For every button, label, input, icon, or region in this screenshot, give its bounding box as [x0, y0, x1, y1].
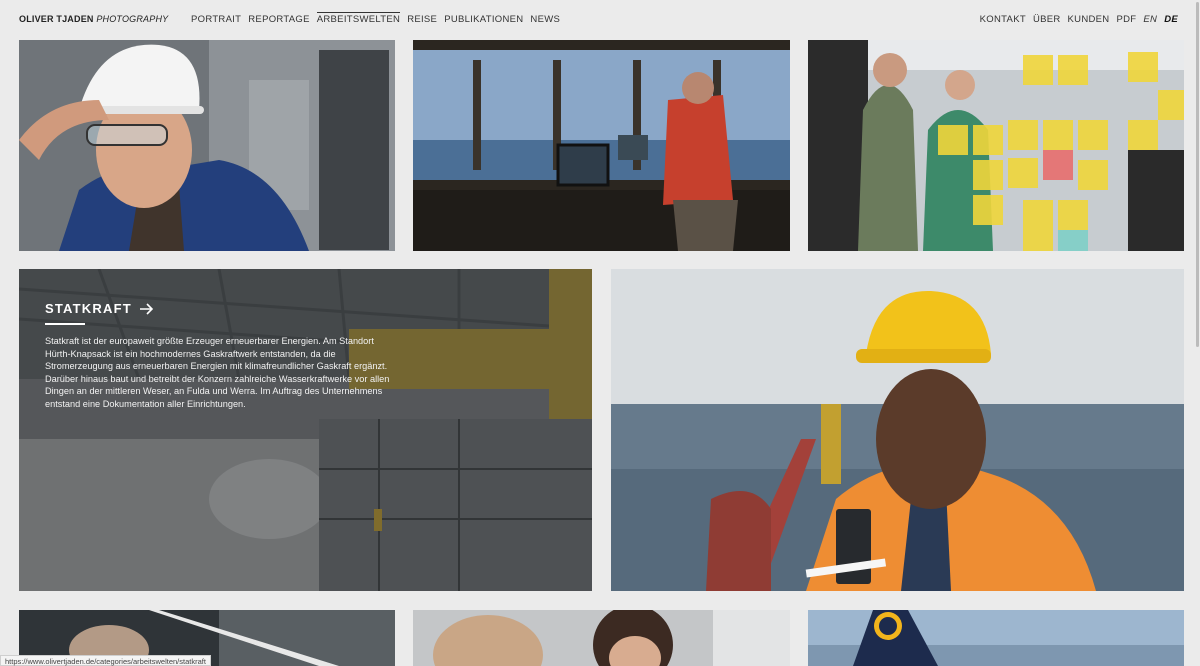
feature-title-link[interactable]: STATKRAFT	[45, 301, 395, 316]
photo-tile-worker-sea[interactable]	[611, 269, 1184, 591]
row3-image-2	[413, 610, 790, 666]
nav-publikationen[interactable]: PUBLIKATIONEN	[444, 14, 523, 25]
ship-bridge-image	[413, 40, 790, 251]
nav-reportage[interactable]: REPORTAGE	[248, 14, 309, 25]
row3-image-3	[808, 610, 1184, 666]
photo-tile-office-sticky-notes[interactable]	[808, 40, 1184, 251]
lang-de[interactable]: DE	[1164, 14, 1178, 25]
nav-pdf[interactable]: PDF	[1116, 14, 1136, 25]
photo-tile-row3-3[interactable]	[808, 610, 1184, 666]
photo-tile-ship-bridge[interactable]	[413, 40, 790, 251]
nav-kontakt[interactable]: KONTAKT	[980, 14, 1026, 25]
photo-tile-row3-2[interactable]	[413, 610, 790, 666]
logo-name: OLIVER TJADEN	[19, 14, 94, 24]
site-header: OLIVER TJADEN PHOTOGRAPHY PORTRAIT REPOR…	[0, 0, 1200, 40]
feature-title: STATKRAFT	[45, 301, 132, 316]
photo-tile-worker-hardhat[interactable]	[19, 40, 395, 251]
scrollbar[interactable]	[1195, 0, 1200, 666]
worker-sea-image	[611, 269, 1184, 591]
worker-hardhat-image	[19, 40, 395, 251]
nav-portrait[interactable]: PORTRAIT	[191, 14, 241, 25]
feature-tile-statkraft[interactable]: STATKRAFT Statkraft ist der europaweit g…	[19, 269, 592, 591]
arrow-right-icon	[139, 302, 154, 315]
nav-ueber[interactable]: ÜBER	[1033, 14, 1061, 25]
feature-description: Statkraft ist der europaweit größte Erze…	[45, 336, 390, 409]
main-nav: PORTRAIT REPORTAGE ARBEITSWELTEN REISE P…	[191, 12, 560, 25]
office-sticky-notes-image	[808, 40, 1184, 251]
nav-arbeitswelten[interactable]: ARBEITSWELTEN	[316, 12, 401, 25]
feature-text-block: STATKRAFT Statkraft ist der europaweit g…	[45, 301, 395, 411]
lang-en[interactable]: EN	[1143, 14, 1157, 25]
secondary-nav: KONTAKT ÜBER KUNDEN PDF EN DE	[980, 14, 1178, 25]
scrollbar-thumb[interactable]	[1196, 2, 1199, 347]
nav-reise[interactable]: REISE	[407, 14, 437, 25]
nav-news[interactable]: NEWS	[530, 14, 560, 25]
nav-kunden[interactable]: KUNDEN	[1068, 14, 1110, 25]
feature-title-underline	[45, 323, 85, 325]
status-bar-url: https://www.olivertjaden.de/categories/a…	[0, 655, 211, 666]
logo-suffix: PHOTOGRAPHY	[96, 14, 169, 24]
site-logo[interactable]: OLIVER TJADEN PHOTOGRAPHY	[19, 14, 168, 24]
